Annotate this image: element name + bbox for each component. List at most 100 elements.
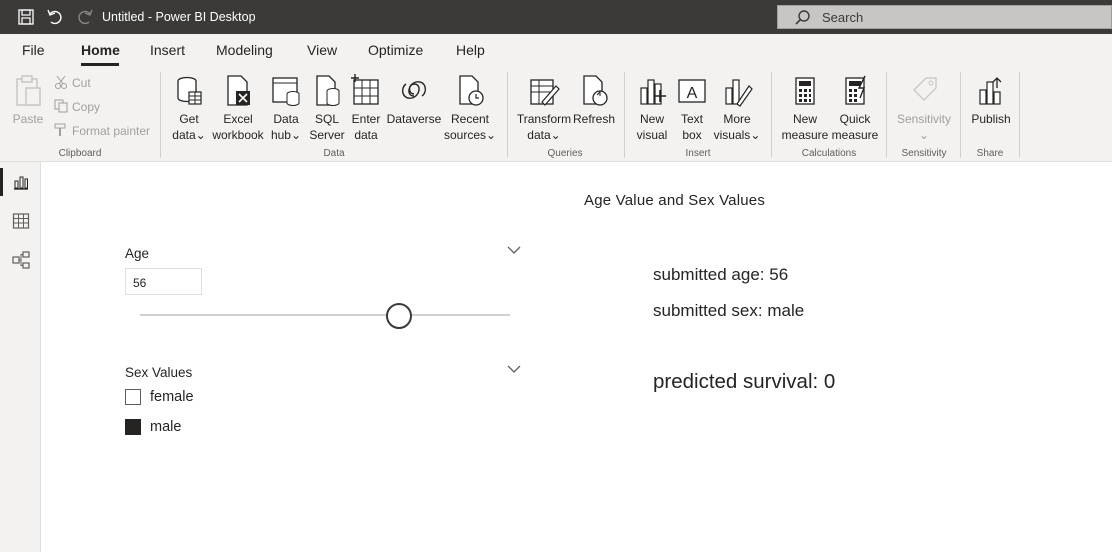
text-box-icon: A	[678, 79, 706, 103]
share-group-label: Share	[976, 148, 1004, 159]
bar-chart-icon	[640, 79, 666, 105]
title-bar: Untitled - Power BI Desktop Search	[0, 0, 1112, 34]
tab-home[interactable]: Home	[81, 42, 120, 58]
excel-icon	[227, 75, 250, 106]
excel-workbook-button[interactable]: Excel workbook	[210, 74, 266, 143]
age-slider-thumb[interactable]	[386, 303, 412, 329]
transform-icon	[530, 79, 560, 106]
active-tab-indicator	[81, 63, 119, 66]
publish-button[interactable]: Publish	[968, 74, 1014, 127]
quick-measure-button[interactable]: Quick measure	[830, 74, 880, 143]
model-view-icon[interactable]	[12, 251, 30, 269]
report-view-icon[interactable]	[12, 173, 30, 191]
sql-label-1: SQL	[314, 112, 339, 126]
cut-label: Cut	[72, 76, 91, 90]
text-box-button[interactable]: A Text box	[674, 74, 710, 143]
age-slider-track[interactable]	[140, 314, 510, 316]
recent-sources-button[interactable]: Recent sources⌄	[444, 74, 496, 143]
refresh-button[interactable]: Refresh	[572, 74, 616, 127]
cut-button[interactable]: Cut	[55, 75, 91, 90]
ribbon-divider	[960, 72, 961, 158]
search-box[interactable]: Search	[777, 5, 1112, 29]
save-icon[interactable]	[17, 8, 35, 26]
female-option-label[interactable]: female	[150, 389, 194, 405]
redo-icon[interactable]	[76, 8, 94, 26]
paste-button[interactable]: Paste	[10, 74, 46, 127]
refresh-icon	[583, 75, 608, 106]
ribbon-divider	[160, 72, 161, 158]
undo-icon[interactable]	[46, 8, 64, 26]
transform-label-1: Transform	[516, 112, 572, 126]
copy-button[interactable]: Copy	[54, 99, 100, 114]
ribbon-divider	[886, 72, 887, 158]
quick-measure-label-1: Quick	[839, 112, 871, 126]
table-view-icon[interactable]	[12, 212, 30, 230]
paste-label: Paste	[12, 112, 44, 126]
data-hub-button[interactable]: Data hub⌄	[268, 74, 304, 143]
sensitivity-label: Sensitivity	[896, 112, 952, 126]
format-painter-label: Format painter	[72, 124, 151, 138]
female-checkbox[interactable]	[125, 389, 141, 405]
enter-data-button[interactable]: Enter data	[348, 74, 384, 143]
chevron-down-icon[interactable]	[507, 245, 521, 255]
more-visuals-icon	[725, 79, 753, 107]
age-slicer-label: Age	[125, 246, 150, 261]
text-box-label-2: box	[682, 128, 702, 142]
recent-label-2: sources	[444, 128, 487, 142]
get-data-label-1: Get	[179, 112, 199, 126]
new-visual-label-1: New	[639, 112, 664, 126]
text-box-label-1: Text	[680, 112, 703, 126]
table-grid-icon	[351, 74, 379, 105]
menu-bar: File Home Insert Modeling View Optimize …	[0, 34, 1112, 68]
dataverse-icon	[401, 81, 427, 99]
dataverse-label: Dataverse	[386, 112, 442, 126]
paintbrush-icon	[54, 123, 66, 136]
quick-calculator-icon	[845, 75, 866, 105]
publish-label: Publish	[971, 112, 1011, 126]
tab-modeling[interactable]: Modeling	[216, 42, 273, 58]
more-visuals-button[interactable]: More visuals⌄	[712, 74, 762, 143]
copy-icon	[54, 99, 68, 113]
sensitivity-tag-icon	[913, 77, 937, 101]
tab-optimize[interactable]: Optimize	[368, 42, 423, 58]
more-visuals-label-1: More	[723, 112, 751, 126]
sql-server-icon	[316, 75, 340, 106]
new-measure-label-1: New	[792, 112, 817, 126]
get-data-button[interactable]: Get data⌄	[168, 74, 210, 143]
dataverse-button[interactable]: Dataverse	[386, 74, 442, 127]
male-checkbox[interactable]	[125, 419, 141, 435]
new-measure-button[interactable]: New measure	[780, 74, 830, 143]
sex-slicer-label: Sex Values	[125, 365, 193, 380]
format-painter-button[interactable]: Format painter	[54, 123, 151, 138]
tab-view[interactable]: View	[307, 42, 337, 58]
tab-help[interactable]: Help	[456, 42, 485, 58]
tab-file[interactable]: File	[22, 42, 45, 58]
excel-label-1: Excel	[223, 112, 253, 126]
window-title: Untitled - Power BI Desktop	[102, 10, 256, 24]
recent-sources-icon	[459, 75, 484, 106]
new-visual-button[interactable]: New visual	[632, 74, 672, 143]
male-option-label[interactable]: male	[150, 419, 181, 435]
active-view-indicator	[0, 168, 3, 196]
insert-group-label: Insert	[685, 148, 711, 159]
svg-text:A: A	[687, 85, 698, 102]
scissors-icon	[55, 75, 67, 89]
sql-server-button[interactable]: SQL Server	[308, 74, 346, 143]
search-placeholder: Search	[822, 10, 864, 25]
new-measure-label-2: measure	[781, 128, 829, 142]
calculations-group-label: Calculations	[801, 148, 857, 159]
more-visuals-label-2: visuals	[713, 128, 751, 142]
excel-label-2: workbook	[212, 128, 264, 142]
chevron-down-icon[interactable]	[507, 364, 521, 374]
database-icon	[177, 76, 202, 105]
age-value-input[interactable]: 56	[125, 268, 202, 295]
sql-label-2: Server	[309, 128, 345, 142]
sensitivity-button[interactable]: Sensitivity ⌄	[893, 74, 955, 143]
refresh-label: Refresh	[572, 112, 616, 126]
submitted-sex-card: submitted sex: male	[653, 301, 805, 320]
transform-data-button[interactable]: Transform data⌄	[515, 74, 573, 143]
get-data-label-2: data	[172, 128, 196, 142]
tab-insert[interactable]: Insert	[150, 42, 185, 58]
queries-group-label: Queries	[547, 148, 583, 159]
calculator-icon	[795, 77, 815, 105]
